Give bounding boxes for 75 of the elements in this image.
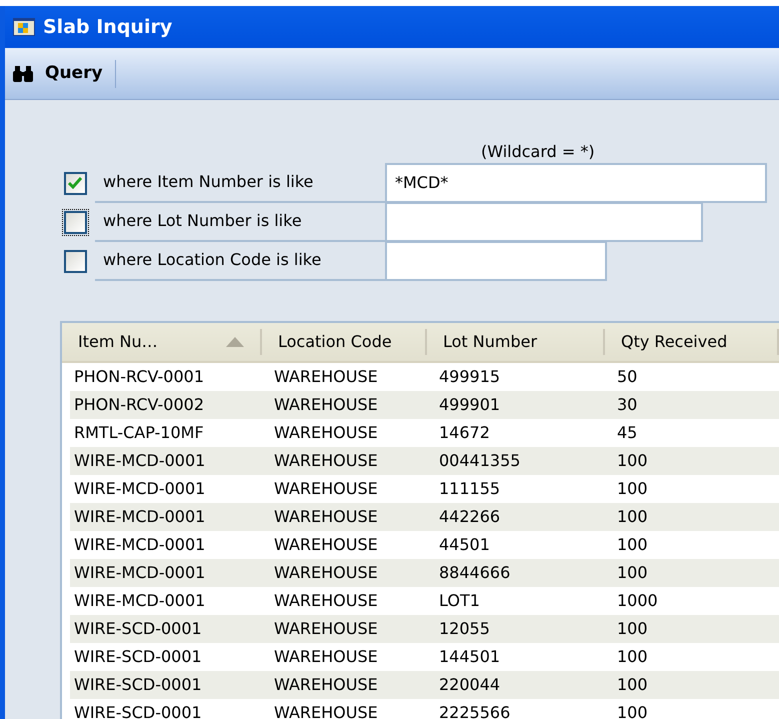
table-cell-text: WAREHOUSE xyxy=(273,646,379,668)
table-cell-text: WAREHOUSE xyxy=(273,674,379,696)
table-cell-text: 44501 xyxy=(438,534,491,556)
filter-input-field[interactable]: *MCD* xyxy=(385,163,767,203)
filter-input-field[interactable] xyxy=(385,202,703,242)
table-cell-text: WIRE-MCD-0001 xyxy=(73,478,206,500)
table-cell-text: 499901 xyxy=(438,394,502,416)
table-cell-text: WIRE-SCD-0001 xyxy=(73,618,203,640)
table-cell-text: WAREHOUSE xyxy=(273,478,379,500)
table-row[interactable]: WIRE-MCD-0001 WAREHOUSE 00441355 100 xyxy=(70,447,779,475)
table-cell-text: 100 xyxy=(616,702,649,719)
window-title: Slab Inquiry xyxy=(43,14,172,40)
column-header[interactable]: Item Nu… xyxy=(62,329,262,355)
table-cell-text: 12055 xyxy=(438,618,491,640)
table-cell-text: 2225566 xyxy=(438,702,512,719)
query-button[interactable]: Query xyxy=(5,56,111,92)
table-cell-text: WAREHOUSE xyxy=(273,422,379,444)
table-cell-text: 30 xyxy=(616,394,638,416)
table-cell-text: 100 xyxy=(616,506,649,528)
table-cell-text: WIRE-MCD-0001 xyxy=(73,506,206,528)
table-cell-text: 499915 xyxy=(438,366,502,388)
table-cell-text: 442266 xyxy=(438,506,502,528)
table-cell-text: LOT1 xyxy=(438,590,481,612)
table-cell-text: WIRE-SCD-0001 xyxy=(73,674,203,696)
table-cell-text: 100 xyxy=(616,618,649,640)
table-cell-text: 1000 xyxy=(616,590,659,612)
table-cell-text: 220044 xyxy=(438,674,502,696)
table-cell-text: 100 xyxy=(616,646,649,668)
table-cell-text: PHON-RCV-0002 xyxy=(73,394,206,416)
filter-input-field[interactable] xyxy=(385,241,607,281)
table-cell-text: WAREHOUSE xyxy=(273,506,379,528)
checkbox[interactable] xyxy=(62,208,88,236)
table-cell-text: WIRE-MCD-0001 xyxy=(73,562,206,584)
table-cell-text: 100 xyxy=(616,450,649,472)
table-cell-text: 100 xyxy=(616,674,649,696)
table-cell-text: 14672 xyxy=(438,422,491,444)
table-cell-text: WAREHOUSE xyxy=(273,590,379,612)
table-cell-text: WIRE-SCD-0001 xyxy=(73,646,203,668)
table-cell-text: 100 xyxy=(616,478,649,500)
table-row[interactable]: WIRE-MCD-0001 WAREHOUSE 8844666 100 xyxy=(70,559,779,587)
wildcard-hint: (Wildcard = *) xyxy=(481,141,595,163)
checkbox[interactable] xyxy=(62,170,88,196)
table-cell-text: WAREHOUSE xyxy=(273,534,379,556)
table-cell-text: 144501 xyxy=(438,646,502,668)
table-cell-text: 00441355 xyxy=(438,450,522,472)
table-cell-text: 45 xyxy=(616,422,638,444)
column-header[interactable]: Qty Received xyxy=(605,329,779,355)
checkmark-icon xyxy=(68,177,82,189)
table-cell-text: WAREHOUSE xyxy=(273,394,379,416)
table-cell-text: PHON-RCV-0001 xyxy=(73,366,206,388)
table-cell-text: WAREHOUSE xyxy=(273,702,379,719)
table-cell-text: 100 xyxy=(616,562,649,584)
table-cell-text: WAREHOUSE xyxy=(273,450,379,472)
table-cell-text: WAREHOUSE xyxy=(273,366,379,388)
sort-ascending-icon xyxy=(226,337,244,347)
checkbox[interactable] xyxy=(62,248,88,274)
table-row[interactable]: WIRE-MCD-0001 WAREHOUSE 442266 100 xyxy=(70,503,779,531)
column-header[interactable]: Location Code xyxy=(262,329,427,355)
table-row[interactable]: WIRE-SCD-0001 WAREHOUSE 220044 100 xyxy=(70,671,779,699)
window-icon xyxy=(13,18,35,36)
table-cell-text: WIRE-SCD-0001 xyxy=(73,702,203,719)
table-cell-text: 100 xyxy=(616,534,649,556)
table-row[interactable]: PHON-RCV-0002 WAREHOUSE 499901 30 xyxy=(70,391,779,419)
table-cell-text: RMTL-CAP-10MF xyxy=(73,422,205,444)
table-cell-text: WIRE-MCD-0001 xyxy=(73,590,206,612)
table-cell-text: WIRE-MCD-0001 xyxy=(73,450,206,472)
table-cell-text: WAREHOUSE xyxy=(273,562,379,584)
binoculars-icon xyxy=(13,64,33,82)
table-cell-text: 8844666 xyxy=(438,562,512,584)
table-cell-text: WIRE-MCD-0001 xyxy=(73,534,206,556)
column-header[interactable]: Lot Number xyxy=(427,329,605,355)
table-cell-text: WAREHOUSE xyxy=(273,618,379,640)
table-row[interactable]: WIRE-SCD-0001 WAREHOUSE 12055 100 xyxy=(70,615,779,643)
table-cell-text: 111155 xyxy=(438,478,502,500)
table-cell-text: 50 xyxy=(616,366,638,388)
